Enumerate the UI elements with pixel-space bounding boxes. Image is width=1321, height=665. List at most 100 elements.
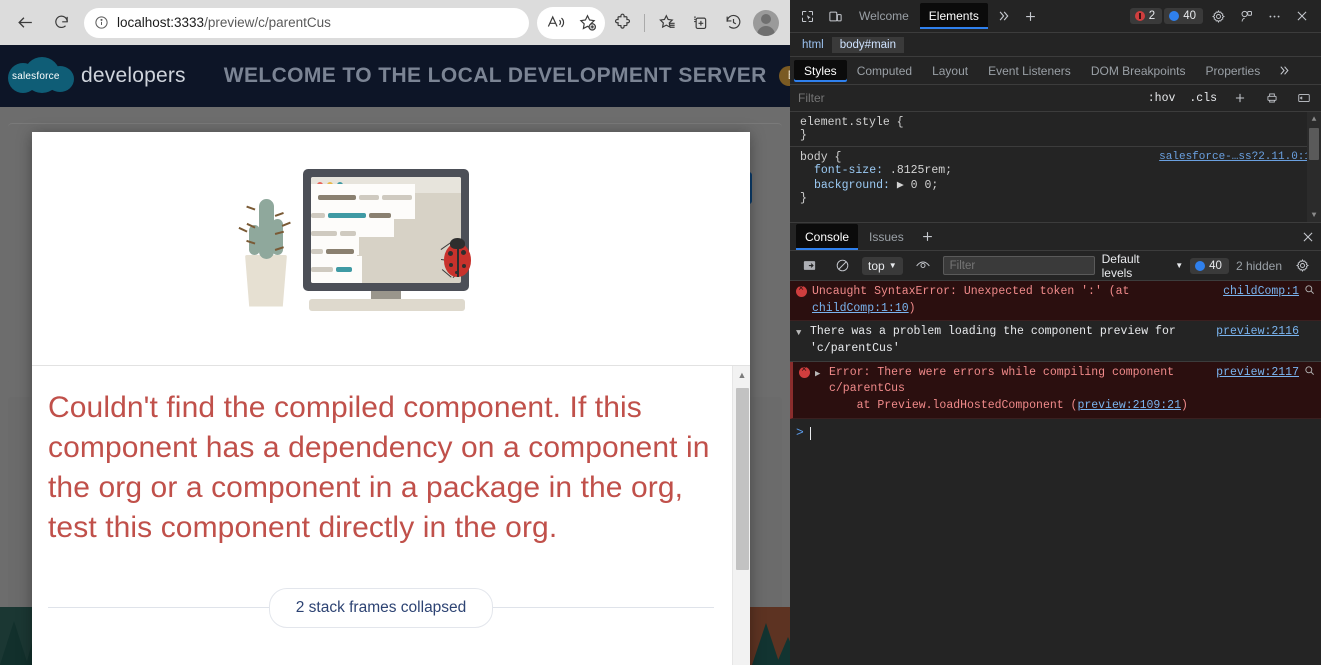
reload-icon[interactable] [44, 6, 78, 40]
console-levels-value: Default levels [1101, 251, 1140, 280]
rule-element-style[interactable]: element.style { } [790, 112, 1321, 147]
breadcrumb-html[interactable]: html [794, 37, 832, 53]
browser-window: localhost:3333/preview/c/parentCus sales… [0, 0, 790, 665]
console-info-badge[interactable]: 40 [1190, 257, 1229, 274]
message-stack-pre: at Preview.loadHostedComponent ( [829, 399, 1078, 413]
info-dot-icon [1169, 11, 1180, 21]
scroll-up-icon[interactable]: ▲ [733, 366, 750, 383]
dom-breadcrumb: html body#main [790, 33, 1321, 57]
add-drawer-tab-icon[interactable] [915, 224, 941, 250]
info-count-badge[interactable]: 40 [1164, 8, 1203, 24]
prompt-caret-icon: > [796, 424, 804, 440]
styles-scroll-up-icon[interactable]: ▲ [1307, 112, 1321, 126]
rule-header: salesforce-…ss?2.11.0:1 body { [800, 151, 1311, 164]
console-prompt[interactable]: > [790, 419, 1321, 448]
device-toolbar-icon[interactable] [822, 3, 848, 29]
salesforce-cloud-icon: salesforce [8, 57, 74, 95]
tab-console[interactable]: Console [796, 223, 859, 250]
declaration[interactable]: background: ▶ 0 0; [800, 177, 1311, 192]
search-icon[interactable] [1304, 365, 1317, 376]
message-inline-link[interactable]: childComp:1:10 [812, 302, 909, 315]
execution-context-selector[interactable]: top ▼ [862, 256, 903, 275]
more-options-icon[interactable] [1261, 3, 1287, 29]
site-info-icon[interactable] [94, 15, 109, 30]
tab-computed[interactable]: Computed [847, 60, 922, 82]
error-count-badge[interactable]: 2 [1129, 8, 1163, 24]
message-stack-link[interactable]: preview:2109:21 [1077, 399, 1181, 412]
plant-pot-icon [245, 254, 287, 307]
tab-event-listeners[interactable]: Event Listeners [978, 60, 1081, 82]
favorites-icon[interactable] [651, 7, 683, 39]
console-filter-input[interactable] [942, 256, 1095, 275]
profile-avatar[interactable] [750, 7, 782, 39]
error-overlay-modal: Couldn't find the compiled component. If… [32, 132, 750, 665]
info-count-value: 40 [1183, 10, 1196, 22]
tab-dom-breakpoints[interactable]: DOM Breakpoints [1081, 60, 1196, 82]
console-message-error[interactable]: Uncaught SyntaxError: Unexpected token '… [790, 281, 1321, 322]
error-count-value: 2 [1148, 10, 1156, 22]
add-favorite-icon[interactable] [571, 7, 603, 39]
console-source-link[interactable]: preview:2117 [1216, 365, 1299, 382]
styles-scrollbar[interactable]: ▲ ▼ [1307, 112, 1321, 222]
collections-icon[interactable] [684, 7, 716, 39]
error-message: Couldn't find the compiled component. If… [48, 391, 710, 544]
tab-issues[interactable]: Issues [860, 224, 913, 250]
print-media-icon[interactable] [1259, 85, 1285, 111]
rule-selector: element.style { [800, 116, 904, 129]
inspect-element-icon[interactable] [794, 3, 820, 29]
rule-body[interactable]: salesforce-…ss?2.11.0:1 body { font-size… [790, 147, 1321, 209]
breadcrumb-body-main[interactable]: body#main [831, 36, 904, 53]
console-message-group[interactable]: ▼ There was a problem loading the compon… [790, 321, 1321, 362]
console-levels-selector[interactable]: Default levels ▼ [1102, 252, 1184, 280]
gear-icon[interactable] [1205, 3, 1231, 29]
console-source-link[interactable]: childComp:1 [1223, 284, 1299, 301]
close-devtools-icon[interactable] [1289, 3, 1315, 29]
site-header: salesforce developers WELCOME TO THE LOC… [0, 45, 790, 107]
clear-console-icon[interactable] [829, 253, 855, 279]
declaration[interactable]: font-size: .8125rem; [800, 164, 1311, 177]
back-button[interactable] [8, 6, 42, 40]
console-message-error[interactable]: ▶ Error: There were errors while compili… [790, 361, 1321, 419]
address-bar[interactable]: localhost:3333/preview/c/parentCus [84, 7, 529, 38]
styles-scrollbar-thumb[interactable] [1309, 128, 1319, 160]
live-expression-icon[interactable] [910, 253, 936, 279]
chevron-down-icon: ▼ [888, 261, 897, 270]
tab-layout[interactable]: Layout [922, 60, 978, 82]
hidden-messages-note: 2 hidden [1235, 258, 1282, 273]
devtools-tab-welcome[interactable]: Welcome [850, 3, 918, 29]
cls-button[interactable]: .cls [1185, 91, 1221, 106]
chevron-down-icon[interactable]: ▼ [796, 327, 805, 340]
modal-scrollbar[interactable]: ▲ ▼ [732, 366, 750, 665]
more-sidebar-tabs-icon[interactable] [1270, 58, 1296, 84]
add-panel-icon[interactable] [1018, 3, 1044, 29]
styles-scroll-down-icon[interactable]: ▼ [1307, 208, 1321, 222]
chevron-right-icon[interactable]: ▶ [815, 368, 824, 381]
search-icon[interactable] [1304, 284, 1317, 295]
tab-properties[interactable]: Properties [1196, 60, 1271, 82]
new-style-rule-icon[interactable] [1227, 85, 1253, 111]
devtools-tab-elements[interactable]: Elements [919, 3, 988, 29]
read-aloud-icon[interactable] [539, 7, 571, 39]
chevron-down-icon: ▼ [1175, 261, 1184, 270]
console-sidebar-toggle-icon[interactable] [796, 253, 822, 279]
scrollbar-thumb[interactable] [736, 388, 749, 570]
rule-close: } [800, 192, 807, 205]
declaration-property: font-size: [814, 164, 884, 177]
computed-sidebar-toggle-icon[interactable] [1291, 85, 1317, 111]
rule-source-link[interactable]: salesforce-…ss?2.11.0:1 [1159, 151, 1311, 163]
console-settings-gear-icon[interactable] [1289, 253, 1315, 279]
history-icon[interactable] [717, 7, 749, 39]
styles-filter-input[interactable] [798, 91, 1138, 105]
text-cursor [809, 426, 811, 440]
extensions-icon[interactable] [606, 7, 638, 39]
stack-frames-toggle-button[interactable]: 2 stack frames collapsed [268, 587, 494, 628]
more-tabs-icon[interactable] [990, 3, 1016, 29]
devtools-toolbar: Welcome Elements 2 40 [790, 0, 1321, 33]
close-drawer-icon[interactable] [1295, 224, 1321, 250]
hov-button[interactable]: :hov [1144, 91, 1180, 106]
console-source-link[interactable]: preview:2116 [1216, 324, 1299, 341]
customize-devtools-icon[interactable] [1233, 3, 1259, 29]
tab-styles[interactable]: Styles [794, 59, 847, 82]
web-page: salesforce developers WELCOME TO THE LOC… [0, 45, 790, 665]
salesforce-logo[interactable]: salesforce developers [8, 57, 204, 95]
